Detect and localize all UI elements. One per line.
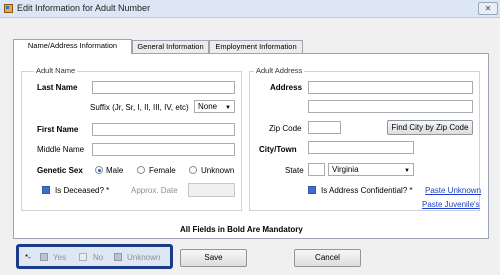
paste-unknown-link[interactable]: Paste Unknown xyxy=(425,186,481,195)
deceased-checkbox[interactable] xyxy=(42,186,50,194)
sex-unknown-radio[interactable] xyxy=(189,166,197,174)
paste-juvenile-link[interactable]: Paste Juvenile's xyxy=(422,200,480,209)
close-button[interactable]: ✕ xyxy=(478,2,498,15)
tab-employment[interactable]: Employment Information xyxy=(209,40,303,53)
yes-label: Yes xyxy=(53,253,67,262)
sex-female-radio[interactable] xyxy=(137,166,145,174)
yes-checkbox[interactable] xyxy=(40,253,48,261)
address-label: Address xyxy=(270,83,303,92)
last-name-input[interactable] xyxy=(92,81,235,94)
sex-female-label: Female xyxy=(149,166,176,175)
confidential-checkbox[interactable] xyxy=(308,186,316,194)
suffix-select[interactable]: None ▼ xyxy=(194,100,235,113)
suffix-label: Suffix (Jr, Sr, I, II, III, IV, etc) xyxy=(90,103,189,112)
confidential-label: Is Address Confidential? * xyxy=(321,186,413,195)
city-town-label: City/Town xyxy=(259,145,297,154)
no-checkbox[interactable] xyxy=(79,253,87,261)
mandatory-note: All Fields in Bold Are Mandatory xyxy=(180,225,303,234)
address-line2-input[interactable] xyxy=(308,100,473,113)
tab-name-address[interactable]: Name/Address Information xyxy=(13,39,132,54)
state-value: Virginia xyxy=(332,165,359,174)
unknown-checkbox[interactable] xyxy=(114,253,122,261)
find-city-button[interactable]: Find City by Zip Code xyxy=(387,120,473,135)
state-select[interactable]: Virginia ▼ xyxy=(328,163,414,176)
first-name-input[interactable] xyxy=(92,123,235,136)
middle-name-input[interactable] xyxy=(92,143,235,156)
no-label: No xyxy=(93,253,104,262)
sex-male-radio[interactable] xyxy=(95,166,103,174)
deceased-label: Is Deceased? * xyxy=(55,186,110,195)
zip-code-label: Zip Code xyxy=(269,124,302,133)
tab-general[interactable]: General Information xyxy=(132,40,209,53)
window-title: Edit Information for Adult Number xyxy=(17,3,151,13)
zip-code-input[interactable] xyxy=(308,121,341,134)
cancel-button[interactable]: Cancel xyxy=(294,249,361,267)
approx-date-input[interactable] xyxy=(188,183,235,197)
app-icon xyxy=(4,4,13,13)
middle-name-label: Middle Name xyxy=(37,145,85,154)
approx-date-label: Approx. Date xyxy=(131,186,178,195)
star-label: *- xyxy=(25,253,31,262)
chevron-down-icon: ▼ xyxy=(404,168,410,174)
state-code-input[interactable] xyxy=(308,163,325,176)
last-name-label: Last Name xyxy=(37,83,78,92)
first-name-label: First Name xyxy=(37,125,79,134)
adult-name-group-title: Adult Name xyxy=(34,66,78,75)
sex-male-label: Male xyxy=(106,166,124,175)
sex-unknown-label: Unknown xyxy=(201,166,235,175)
state-label: State xyxy=(285,166,304,175)
genetic-sex-label: Genetic Sex xyxy=(37,166,83,175)
city-town-input[interactable] xyxy=(308,141,414,154)
suffix-value: None xyxy=(198,102,218,111)
address-line1-input[interactable] xyxy=(308,81,473,94)
chevron-down-icon: ▼ xyxy=(225,105,231,111)
unknown-label: Unknown xyxy=(127,253,161,262)
save-button[interactable]: Save xyxy=(180,249,247,267)
adult-address-group-title: Adult Address xyxy=(254,66,305,75)
